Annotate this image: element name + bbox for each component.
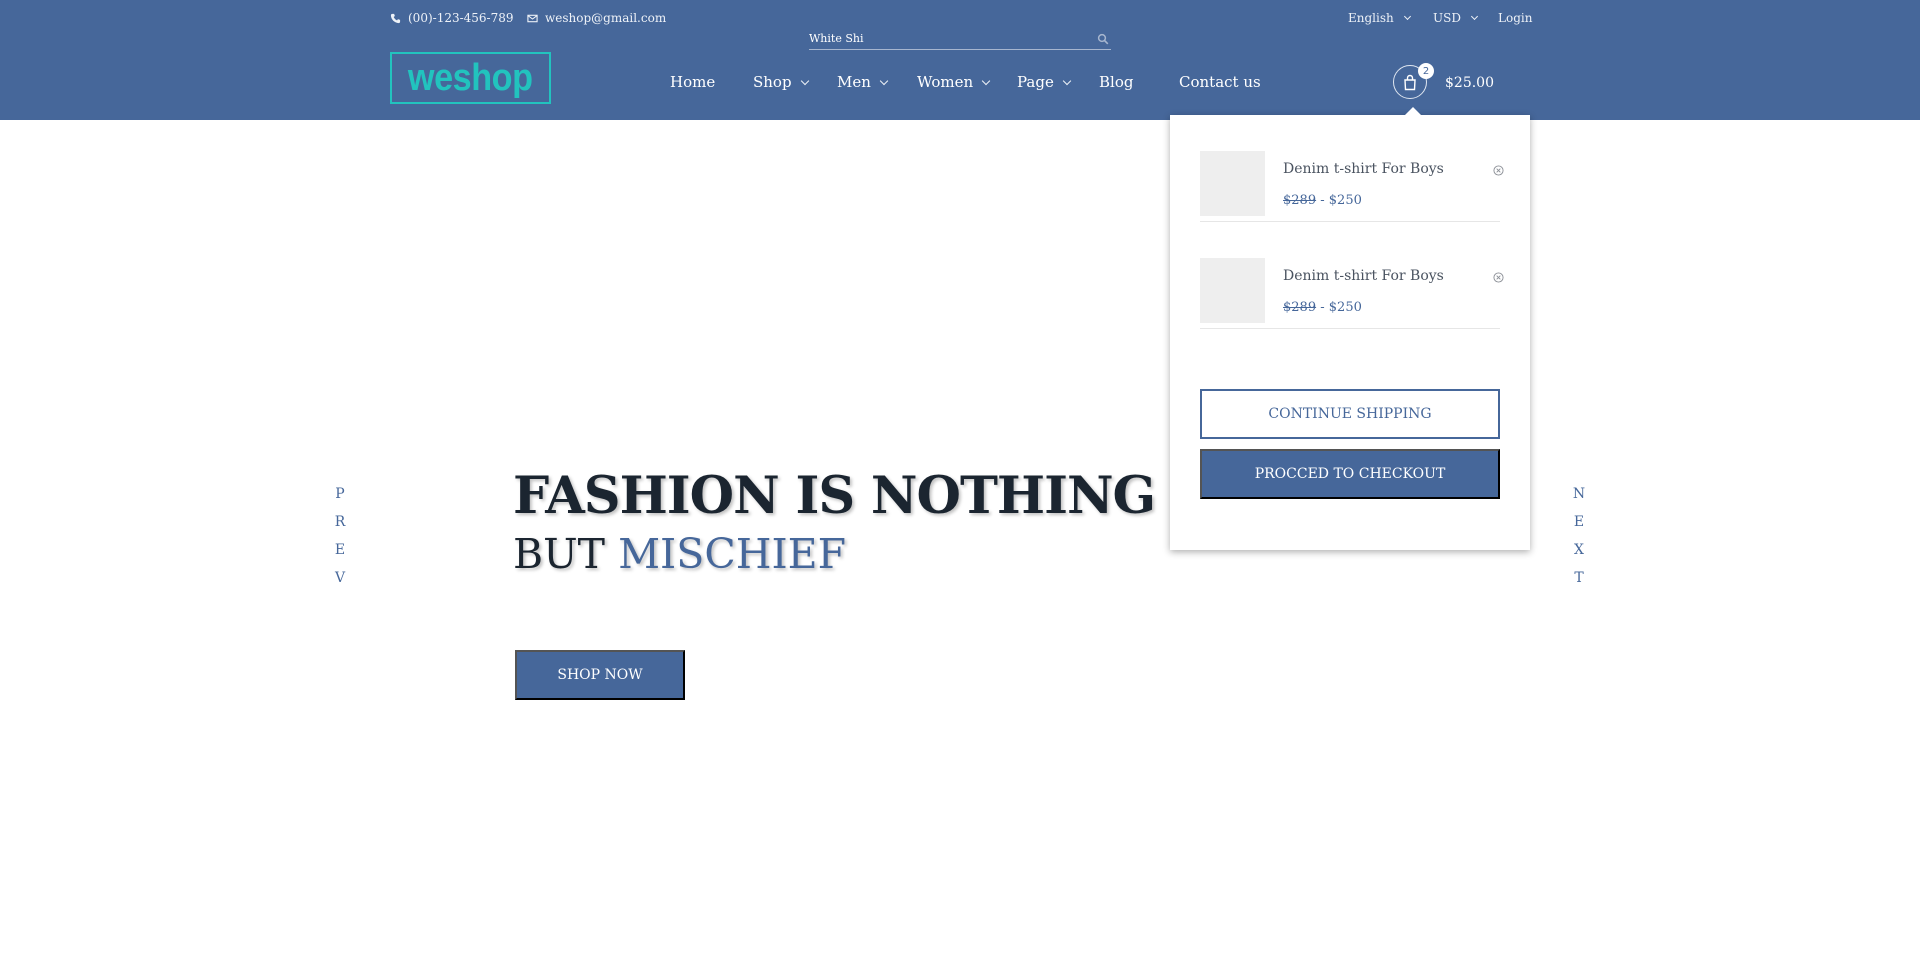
nav-page[interactable]: Page bbox=[1017, 73, 1072, 91]
email-address: weshop@gmail.com bbox=[545, 11, 667, 25]
next-letter: T bbox=[1574, 570, 1584, 586]
cart-total[interactable]: $25.00 bbox=[1445, 75, 1494, 91]
currency-select[interactable]: USD bbox=[1433, 11, 1479, 25]
chevron-down-icon bbox=[1403, 12, 1411, 21]
language-label: English bbox=[1348, 11, 1394, 25]
hero-heading: FASHION IS NOTHING bbox=[513, 466, 1156, 526]
cart-item: Denim t-shirt For Boys $289 - $250 bbox=[1200, 115, 1504, 222]
continue-shopping-button[interactable]: CONTINUE SHIPPING bbox=[1200, 389, 1500, 439]
next-letter: X bbox=[1574, 542, 1584, 558]
hero-subheading-plain: BUT bbox=[513, 530, 606, 578]
site-header: (00)-123-456-789 weshop@gmail.com Englis… bbox=[0, 0, 1920, 120]
product-price: $289 - $250 bbox=[1283, 300, 1362, 315]
slider-next-button[interactable]: N E X T bbox=[1569, 485, 1589, 588]
login-label: Login bbox=[1498, 11, 1533, 25]
shopping-bag-icon bbox=[1404, 74, 1416, 90]
topbar-email[interactable]: weshop@gmail.com bbox=[527, 11, 666, 25]
dropdown-arrow bbox=[1405, 107, 1421, 115]
prev-letter: P bbox=[335, 486, 345, 502]
search-bar bbox=[809, 28, 1111, 50]
nav-contact-label: Contact us bbox=[1179, 73, 1261, 91]
checkout-button[interactable]: PROCCED TO CHECKOUT bbox=[1200, 449, 1500, 499]
product-price: $289 - $250 bbox=[1283, 193, 1362, 208]
phone-number: (00)-123-456-789 bbox=[408, 11, 514, 25]
old-price: $289 bbox=[1283, 193, 1317, 208]
nav-men-label: Men bbox=[837, 73, 871, 91]
current-price: $250 bbox=[1328, 300, 1362, 315]
envelope-icon bbox=[527, 14, 538, 22]
nav-shop-label: Shop bbox=[753, 73, 792, 91]
prev-letter: V bbox=[334, 570, 346, 586]
close-circle-icon[interactable] bbox=[1493, 165, 1504, 176]
product-thumbnail[interactable] bbox=[1200, 151, 1265, 216]
search-icon[interactable] bbox=[1097, 33, 1109, 45]
product-name[interactable]: Denim t-shirt For Boys bbox=[1283, 161, 1444, 177]
nav-shop[interactable]: Shop bbox=[753, 73, 809, 91]
chevron-down-icon bbox=[1062, 76, 1072, 85]
product-name[interactable]: Denim t-shirt For Boys bbox=[1283, 268, 1444, 284]
price-separator: - bbox=[1320, 300, 1325, 315]
nav-women-label: Women bbox=[917, 73, 974, 91]
chevron-down-icon bbox=[981, 76, 991, 85]
product-thumbnail[interactable] bbox=[1200, 258, 1265, 323]
close-circle-icon[interactable] bbox=[1493, 272, 1504, 283]
old-price: $289 bbox=[1283, 300, 1317, 315]
prev-letter: E bbox=[334, 542, 346, 558]
cart-dropdown: Denim t-shirt For Boys $289 - $250 Denim… bbox=[1170, 107, 1530, 550]
phone-icon bbox=[390, 13, 401, 23]
chevron-down-icon bbox=[800, 76, 809, 85]
shop-now-button[interactable]: SHOP NOW bbox=[515, 650, 685, 700]
topbar-phone[interactable]: (00)-123-456-789 bbox=[390, 11, 514, 25]
logo-text: weshop bbox=[408, 56, 533, 99]
current-price: $250 bbox=[1328, 193, 1362, 208]
price-separator: - bbox=[1320, 193, 1325, 208]
next-letter: E bbox=[1573, 514, 1585, 530]
cart-count-badge: 2 bbox=[1418, 63, 1434, 79]
nav-women[interactable]: Women bbox=[917, 73, 991, 91]
prev-letter: R bbox=[334, 514, 346, 530]
login-link[interactable]: Login bbox=[1498, 11, 1532, 25]
nav-page-label: Page bbox=[1017, 73, 1054, 91]
nav-home-label: Home bbox=[670, 73, 716, 91]
nav-blog[interactable]: Blog bbox=[1099, 73, 1133, 91]
hero-subheading-accent: MISCHIEF bbox=[618, 530, 847, 578]
cart-item: Denim t-shirt For Boys $289 - $250 bbox=[1200, 222, 1504, 329]
site-logo[interactable]: weshop bbox=[390, 52, 551, 104]
chevron-down-icon bbox=[1470, 12, 1479, 21]
search-input[interactable] bbox=[809, 32, 1097, 45]
nav-home[interactable]: Home bbox=[670, 73, 715, 91]
hero-subheading: BUT MISCHIEF bbox=[513, 530, 846, 578]
next-letter: N bbox=[1572, 486, 1586, 502]
chevron-down-icon bbox=[879, 76, 889, 85]
slider-prev-button[interactable]: P R E V bbox=[330, 485, 350, 588]
language-select[interactable]: English bbox=[1348, 11, 1411, 25]
currency-label: USD bbox=[1433, 11, 1461, 25]
nav-contact[interactable]: Contact us bbox=[1179, 73, 1261, 91]
nav-men[interactable]: Men bbox=[837, 73, 889, 91]
nav-blog-label: Blog bbox=[1099, 73, 1134, 91]
